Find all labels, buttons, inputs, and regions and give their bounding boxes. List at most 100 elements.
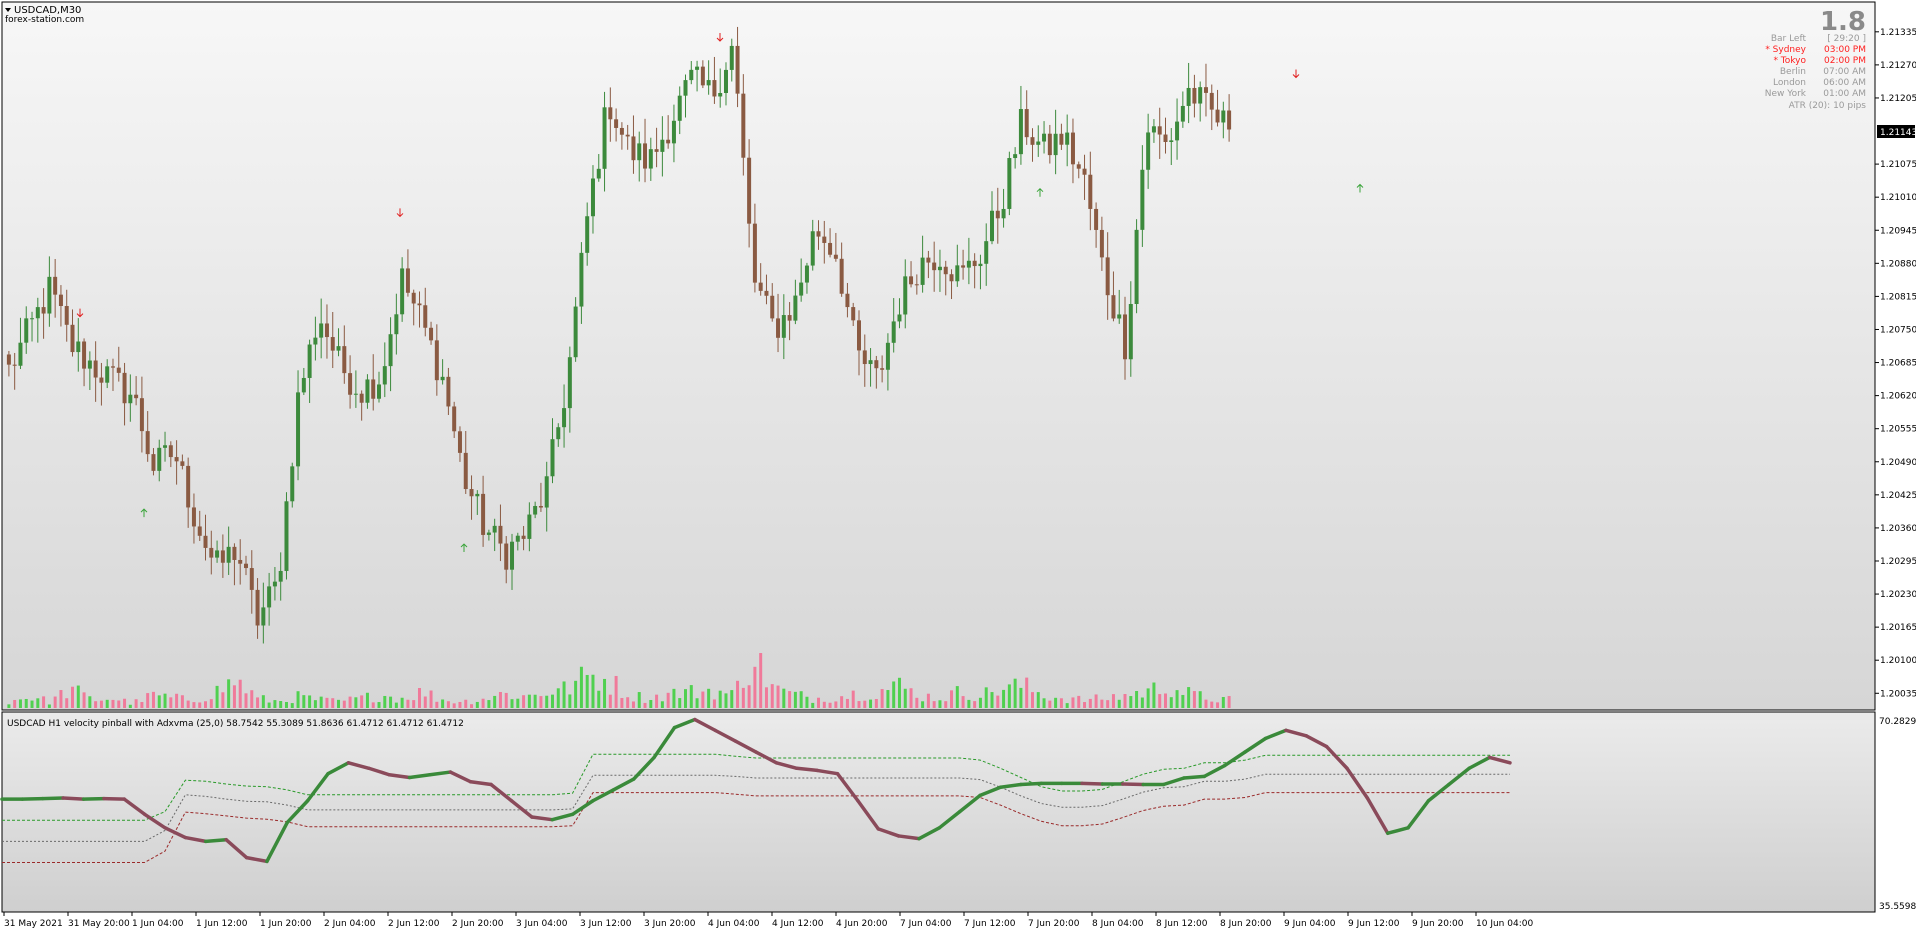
candle-body — [729, 45, 734, 70]
volume-bar — [1025, 677, 1029, 708]
candle-body — [1221, 110, 1226, 123]
price-tick-label: 1.20100 — [1880, 656, 1916, 666]
volume-bar — [1146, 688, 1150, 708]
info-row-value: 03:00 PM — [1824, 45, 1866, 55]
volume-bar — [1163, 693, 1167, 708]
price-tick-label: 1.20490 — [1880, 458, 1916, 468]
indicator-ymax-label: 70.2829 — [1879, 717, 1916, 727]
volume-bar — [1129, 696, 1133, 708]
candle-body — [1042, 133, 1047, 142]
volume-bar — [1158, 694, 1162, 708]
candle-body — [301, 377, 306, 393]
candle-body — [1123, 314, 1128, 360]
candle-body — [608, 107, 613, 120]
oscillator-main-segment — [61, 796, 86, 801]
candle-body — [723, 69, 728, 94]
volume-bar — [1054, 697, 1058, 708]
candle-body — [186, 465, 191, 508]
candle-body — [521, 535, 526, 539]
volume-bar — [204, 701, 208, 708]
candle-body — [1082, 168, 1087, 175]
volume-bar — [209, 699, 213, 708]
volume-bar — [47, 704, 51, 708]
volume-bar — [383, 695, 387, 708]
volume-bar — [493, 695, 497, 708]
price-tick-label: 1.20230 — [1880, 590, 1916, 600]
candle-body — [712, 80, 717, 97]
candle-body — [614, 119, 619, 128]
candle-body — [110, 366, 115, 368]
candle-body — [243, 563, 248, 569]
candle-body — [1227, 110, 1232, 130]
volume-bar — [516, 698, 520, 708]
volume-bar — [880, 689, 884, 708]
candle-body — [452, 406, 457, 432]
volume-bar — [232, 685, 236, 708]
indicator-ymin-label: 35.5598 — [1879, 902, 1916, 912]
candle-body — [932, 262, 937, 271]
candle-body — [93, 360, 98, 378]
candle-body — [515, 535, 520, 542]
volume-bar — [435, 701, 439, 708]
volume-bar — [1187, 687, 1191, 708]
volume-bar — [227, 679, 231, 708]
volume-bar — [926, 693, 930, 708]
candle-body — [1209, 92, 1214, 110]
volume-bar — [527, 694, 531, 708]
time-tick-label: 7 Jun 12:00 — [964, 919, 1016, 929]
candle-body — [180, 461, 185, 466]
candle-body — [324, 323, 329, 338]
volume-bar — [817, 697, 821, 708]
candle-body — [30, 318, 35, 320]
indicator-pane[interactable] — [1, 711, 1876, 913]
volume-bar — [123, 698, 127, 708]
volume-bar — [1007, 684, 1011, 708]
candle-body — [64, 306, 69, 325]
candle-body — [267, 586, 272, 608]
time-tick-label: 4 Jun 12:00 — [772, 919, 824, 929]
main-price-pane[interactable] — [1, 1, 1876, 711]
volume-bar — [1030, 692, 1034, 708]
volume-bar — [284, 701, 288, 708]
candle-body — [348, 373, 353, 395]
candle-body — [804, 265, 809, 283]
time-tick-label: 3 Jun 04:00 — [516, 919, 568, 929]
candle-body — [596, 168, 601, 179]
candle-body — [747, 157, 752, 224]
candle-body — [943, 266, 948, 275]
candle-body — [382, 366, 387, 385]
volume-bar — [1065, 703, 1069, 708]
candle-body — [706, 80, 711, 86]
volume-bar — [7, 704, 11, 708]
info-row-label: * Tokyo — [1773, 56, 1806, 66]
volume-bar — [429, 690, 433, 708]
volume-bar — [689, 685, 693, 708]
volume-bar — [921, 701, 925, 708]
volume-bar — [556, 688, 560, 708]
volume-bar — [961, 696, 965, 708]
volume-bar — [30, 700, 34, 708]
candle-body — [41, 307, 46, 314]
candle-body — [1186, 87, 1191, 106]
volume-bar — [990, 692, 994, 708]
candle-body — [58, 294, 63, 307]
candle-body — [637, 143, 642, 161]
volume-bar — [805, 696, 809, 708]
candle-body — [215, 550, 220, 558]
volume-bar — [984, 687, 988, 708]
volume-bar — [522, 695, 526, 708]
candle-body — [949, 274, 954, 282]
time-tick-label: 1 Jun 12:00 — [196, 919, 248, 929]
candle-body — [972, 260, 977, 267]
volume-bar — [1175, 690, 1179, 708]
candle-body — [781, 315, 786, 338]
oscillator-main-segment — [102, 796, 127, 801]
volume-bar — [1013, 678, 1017, 708]
volume-bar — [76, 685, 80, 708]
price-tick-label: 1.20815 — [1880, 292, 1916, 302]
time-tick-label: 4 Jun 04:00 — [708, 919, 760, 929]
candle-body — [278, 570, 283, 582]
price-tick-label: 1.20880 — [1880, 259, 1916, 269]
candle-body — [885, 342, 890, 370]
candle-body — [920, 257, 925, 285]
